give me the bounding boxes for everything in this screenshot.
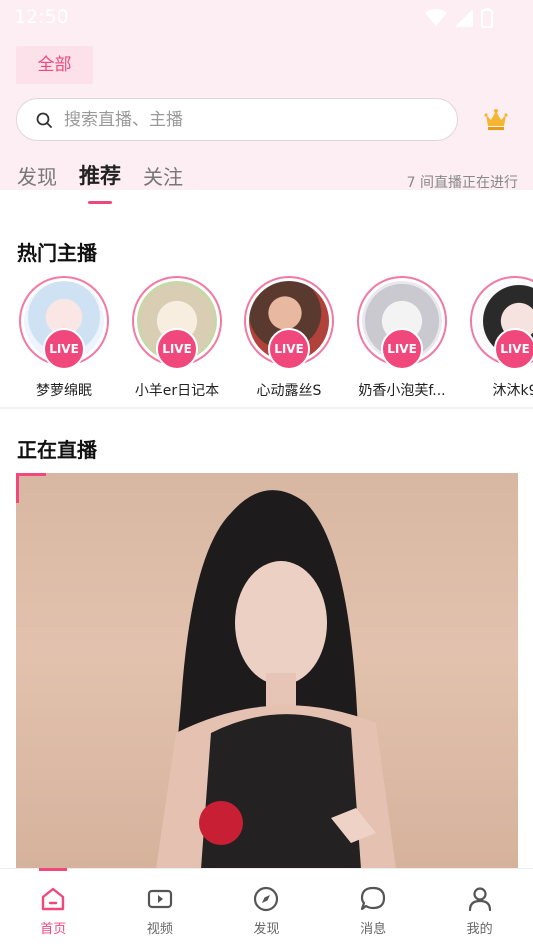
host-item[interactable]: LIVE 心动露丝S: [233, 276, 345, 400]
card-corner-marker: [16, 473, 46, 476]
card-corner-marker: [16, 473, 19, 503]
tab-follow[interactable]: 关注: [143, 161, 183, 204]
host-name: 奶香小泡芙f...: [358, 383, 446, 399]
status-bar: 12:50: [0, 0, 533, 36]
status-icons: [425, 8, 493, 28]
host-item[interactable]: LIVE 沐沐k9: [459, 276, 533, 400]
host-item[interactable]: LIVE 梦萝绵眠: [8, 276, 120, 400]
nav-video-label: 视频: [146, 922, 173, 937]
live-badge: LIVE: [494, 328, 533, 370]
host-item[interactable]: LIVE 小羊er日记本: [121, 276, 233, 400]
avatar: LIVE: [244, 276, 334, 370]
top-tabs: 发现 推荐 关注: [17, 160, 183, 204]
host-item[interactable]: LIVE 奶香小泡芙f...: [346, 276, 458, 400]
host-name: 小羊er日记本: [134, 383, 220, 399]
nav-messages[interactable]: 消息: [320, 869, 427, 949]
avatar: LIVE: [19, 276, 109, 370]
nav-video[interactable]: 视频: [107, 869, 214, 949]
status-time: 12:50: [14, 6, 69, 28]
filter-all-button[interactable]: 全部: [16, 46, 93, 84]
avatar: LIVE: [470, 276, 533, 370]
section-divider: [0, 407, 533, 409]
nav-messages-label: 消息: [360, 922, 387, 937]
now-live-title: 正在直播: [17, 438, 97, 462]
compass-icon: [254, 886, 279, 912]
tab-recommend[interactable]: 推荐: [79, 160, 121, 204]
bottom-nav: 首页 视频 发现 消息 我的: [0, 868, 533, 949]
live-badge: LIVE: [43, 328, 85, 370]
nav-profile-label: 我的: [466, 922, 493, 937]
avatar: LIVE: [132, 276, 222, 370]
profile-icon: [468, 887, 491, 912]
nav-profile[interactable]: 我的: [426, 869, 533, 949]
live-badge: LIVE: [268, 328, 310, 370]
search-input[interactable]: [62, 108, 426, 131]
signal-icon: [455, 9, 473, 27]
nav-discover[interactable]: 发现: [213, 869, 320, 949]
home-icon: [42, 887, 65, 911]
message-icon: [360, 886, 386, 911]
hot-hosts-title: 热门主播: [17, 241, 97, 265]
live-stream-card[interactable]: [16, 473, 518, 869]
host-name: 心动露丝S: [256, 383, 322, 399]
avatar: LIVE: [357, 276, 447, 370]
search-bar[interactable]: [16, 98, 458, 141]
live-count-text: 7 间直播正在进行: [406, 175, 518, 191]
live-badge: LIVE: [381, 328, 423, 370]
battery-icon: [481, 8, 493, 28]
stream-thumbnail: [156, 490, 396, 869]
video-icon: [147, 889, 172, 909]
nav-discover-label: 发现: [253, 922, 280, 937]
tab-discover[interactable]: 发现: [17, 161, 57, 204]
live-badge: LIVE: [156, 328, 198, 370]
host-name: 梦萝绵眠: [36, 383, 92, 399]
nav-home[interactable]: 首页: [0, 868, 107, 949]
nav-home-label: 首页: [40, 922, 67, 937]
hot-hosts-list: LIVE 梦萝绵眠 LIVE 小羊er日记本 LIVE 心动露丝S LIVE 奶…: [0, 276, 533, 400]
host-name: 沐沐k9: [492, 383, 533, 399]
wifi-icon: [425, 9, 447, 26]
search-icon: [36, 112, 52, 128]
crown-icon[interactable]: [484, 108, 508, 130]
